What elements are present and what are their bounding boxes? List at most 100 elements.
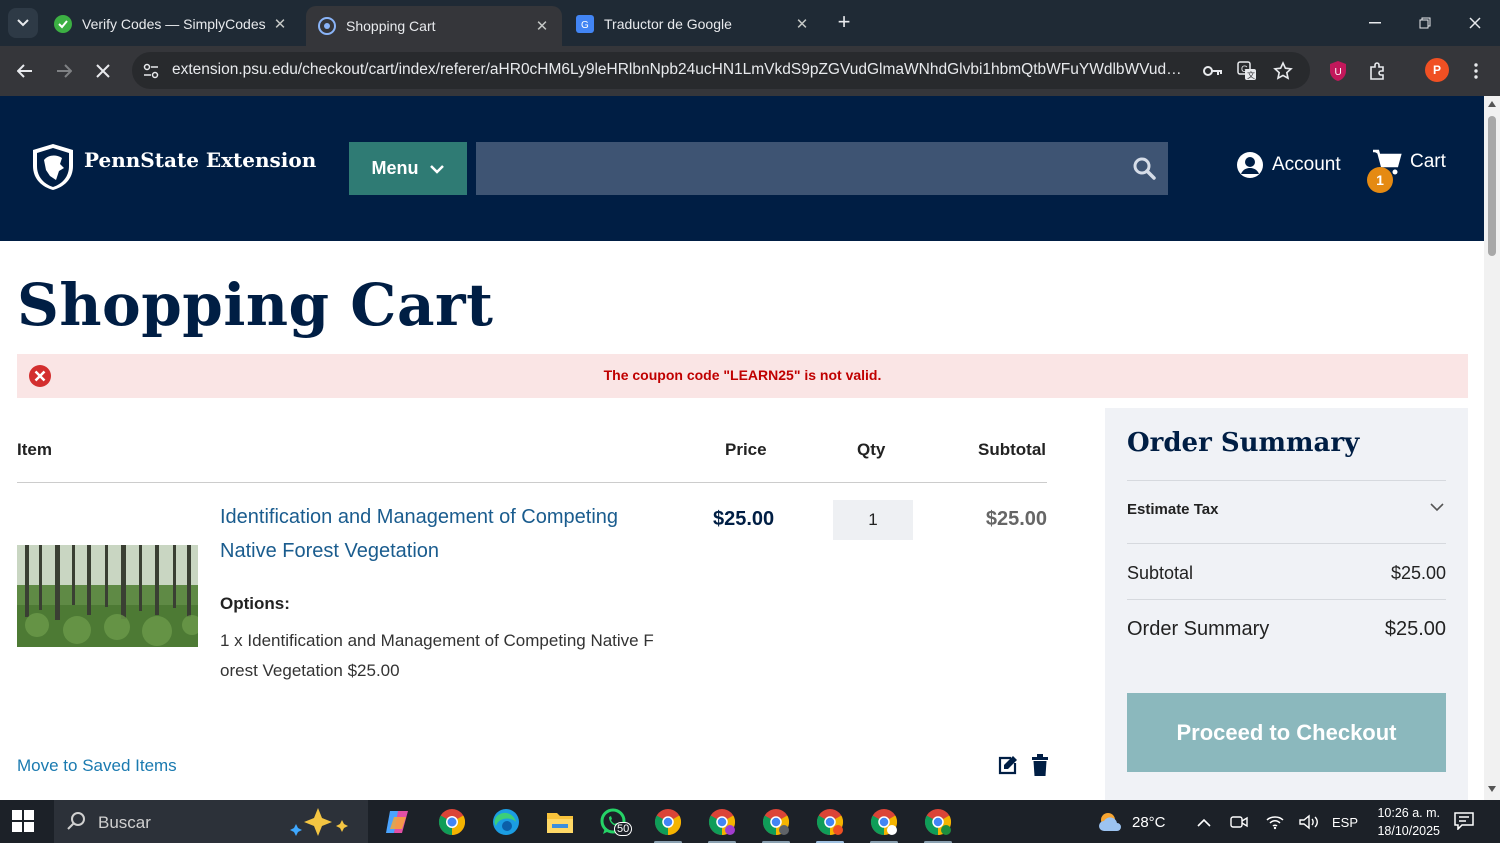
- chevron-down-icon[interactable]: [1430, 503, 1444, 512]
- site-settings-icon[interactable]: [142, 62, 160, 80]
- volume-icon[interactable]: [1298, 812, 1320, 832]
- close-window-button[interactable]: [1460, 10, 1490, 36]
- wifi-icon[interactable]: [1264, 812, 1286, 832]
- product-name-link[interactable]: Identification and Management of Competi…: [220, 500, 650, 568]
- divider: [1127, 599, 1446, 600]
- edge-app-icon[interactable]: [490, 806, 522, 838]
- svg-text:G: G: [581, 20, 589, 30]
- column-header-item: Item: [17, 440, 52, 459]
- kebab-menu-icon[interactable]: [1464, 59, 1488, 83]
- tab-search-button[interactable]: [8, 8, 38, 38]
- profile-avatar[interactable]: P: [1425, 58, 1449, 82]
- alert-message: The coupon code "LEARN25" is not valid.: [603, 367, 882, 383]
- chrome-profile-app-icon[interactable]: [652, 806, 684, 843]
- search-icon[interactable]: [1132, 156, 1156, 180]
- chrome-profile-s-app-icon[interactable]: [922, 806, 954, 843]
- whatsapp-unread-badge: 50: [614, 822, 633, 836]
- close-icon: [96, 64, 110, 78]
- chrome-profile-user-app-icon[interactable]: [868, 806, 900, 843]
- copilot-sparkle-icon: [290, 808, 348, 836]
- proceed-to-checkout-button[interactable]: Proceed to Checkout: [1127, 693, 1446, 772]
- tab-shopping-cart[interactable]: Shopping Cart ✕: [306, 6, 562, 46]
- scroll-down-arrow-icon[interactable]: [1488, 786, 1496, 792]
- tab-google-translate[interactable]: G Traductor de Google ✕: [564, 6, 822, 42]
- forward-button[interactable]: [49, 56, 79, 86]
- menu-label: Menu: [371, 158, 419, 178]
- stop-loading-button[interactable]: [88, 56, 118, 86]
- chevron-up-icon: [1197, 818, 1211, 827]
- new-tab-button[interactable]: +: [832, 10, 856, 34]
- tab-title: Shopping Cart: [346, 18, 436, 34]
- subtotal-label: Subtotal: [1127, 563, 1194, 583]
- menu-button[interactable]: Menu: [349, 142, 467, 195]
- search-input[interactable]: [476, 142, 1116, 195]
- divider: [1127, 480, 1446, 481]
- password-key-icon[interactable]: [1202, 60, 1224, 82]
- close-tab-icon[interactable]: ✕: [794, 16, 810, 33]
- account-link[interactable]: Account: [1236, 151, 1341, 179]
- move-to-saved-items-link[interactable]: Move to Saved Items: [17, 756, 177, 776]
- close-icon: [1469, 17, 1481, 29]
- tab-simplycodes[interactable]: Verify Codes — SimplyCodes ✕: [42, 6, 300, 42]
- chrome-profile-p-app-icon[interactable]: [814, 806, 846, 843]
- url-text[interactable]: extension.psu.edu/checkout/cart/index/re…: [172, 61, 1192, 79]
- restore-window-button[interactable]: [1410, 10, 1440, 36]
- option-value: 1 x Identification and Management of Com…: [220, 631, 654, 680]
- scrollbar-thumb[interactable]: [1488, 116, 1496, 256]
- pennstate-extension-logo[interactable]: PennState Extension: [30, 142, 316, 192]
- close-tab-icon[interactable]: ✕: [272, 16, 288, 33]
- taskbar-search[interactable]: Buscar: [54, 800, 368, 843]
- nittany-lion-shield-icon: [33, 144, 73, 190]
- notification-icon: [1454, 812, 1474, 830]
- translate-icon[interactable]: G文: [1236, 60, 1258, 82]
- order-summary-title: Order Summary: [1127, 428, 1360, 458]
- clock-time: 10:26 a. m.: [1377, 806, 1440, 820]
- copilot-app-icon[interactable]: [382, 806, 414, 838]
- taskbar-search-label: Buscar: [98, 813, 151, 832]
- restore-icon: [1419, 17, 1431, 29]
- cart-count-badge: 1: [1367, 167, 1393, 193]
- trash-icon[interactable]: [1031, 754, 1049, 776]
- whatsapp-app-icon[interactable]: 50: [598, 806, 633, 838]
- quantity-input[interactable]: [833, 500, 913, 540]
- minimize-window-button[interactable]: [1360, 10, 1390, 36]
- chrome-profile-g-app-icon[interactable]: [760, 806, 792, 843]
- clock[interactable]: 10:26 a. m. 18/10/2025: [1368, 804, 1440, 840]
- weather-widget[interactable]: 28°C: [1098, 811, 1166, 833]
- meet-now-icon[interactable]: [1228, 812, 1250, 832]
- browser-toolbar: extension.psu.edu/checkout/cart/index/re…: [0, 46, 1500, 96]
- product-image[interactable]: [17, 545, 198, 647]
- address-bar[interactable]: extension.psu.edu/checkout/cart/index/re…: [132, 52, 1310, 89]
- bookmark-star-icon[interactable]: [1272, 60, 1294, 82]
- close-tab-icon[interactable]: ✕: [534, 18, 550, 35]
- chrome-profile-c-app-icon[interactable]: [706, 806, 738, 843]
- extensions-puzzle-icon[interactable]: [1366, 59, 1390, 83]
- svg-text:文: 文: [1247, 70, 1255, 80]
- windows-start-icon[interactable]: [12, 810, 34, 832]
- chrome-app-icon[interactable]: [436, 806, 468, 838]
- show-hidden-icons-button[interactable]: [1193, 812, 1215, 832]
- simplycodes-favicon-icon: [54, 15, 72, 33]
- tab-title: Traductor de Google: [604, 16, 732, 32]
- tab-title: Verify Codes — SimplyCodes: [82, 16, 266, 32]
- edit-icon[interactable]: [997, 754, 1019, 776]
- site-search: [476, 142, 1168, 195]
- back-button[interactable]: [10, 56, 40, 86]
- brand-name: PennState Extension: [84, 148, 317, 172]
- arrow-right-icon: [57, 64, 72, 78]
- cart-label: Cart: [1410, 151, 1446, 172]
- file-explorer-icon[interactable]: [544, 806, 576, 838]
- estimate-tax-toggle[interactable]: Estimate Tax: [1127, 501, 1218, 518]
- divider: [1127, 543, 1446, 544]
- input-language[interactable]: ESP: [1332, 812, 1358, 832]
- order-total-value: $25.00: [1384, 618, 1446, 640]
- page-scrollbar[interactable]: [1484, 96, 1500, 800]
- browser-tab-strip: Verify Codes — SimplyCodes ✕ Shopping Ca…: [0, 0, 1500, 46]
- scroll-up-arrow-icon[interactable]: [1488, 101, 1496, 107]
- item-subtotal: $25.00: [985, 508, 1047, 530]
- notifications-button[interactable]: [1453, 811, 1475, 831]
- search-icon: [67, 812, 85, 830]
- user-icon: [1237, 152, 1263, 178]
- ublock-extension-icon[interactable]: U: [1326, 59, 1350, 83]
- column-header-price: Price: [725, 440, 767, 459]
